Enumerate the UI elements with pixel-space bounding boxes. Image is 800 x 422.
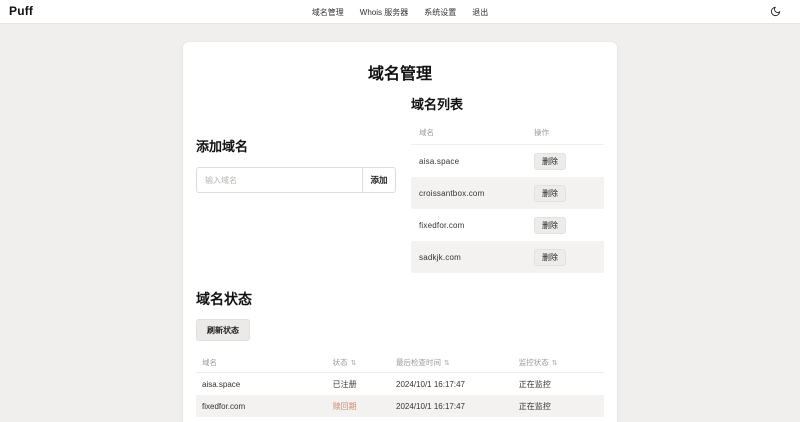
- sort-icon[interactable]: ⇅: [351, 360, 357, 367]
- column-header-monitor: 监控状态 ⇅: [518, 358, 558, 367]
- domain-name: croissantbox.com: [419, 188, 485, 198]
- domain-status-section: 域名状态 刷新状态 域名 状态 ⇅ 最后检查时间 ⇅ 监控状态 ⇅ aisa.spac…: [196, 289, 604, 422]
- nav-item-whois-servers[interactable]: Whois 服务器: [360, 7, 408, 18]
- domain-list-heading: 域名列表: [411, 97, 464, 112]
- table-row: sadkjk.com 可注册 2024/10/1 16:17:47 正在监控: [196, 417, 604, 422]
- add-domain-section: 添加域名 添加: [196, 136, 396, 193]
- add-domain-button[interactable]: 添加: [362, 167, 396, 193]
- table-row: sadkjk.com 删除: [411, 241, 604, 273]
- table-row: croissantbox.com 删除: [411, 177, 604, 209]
- column-header-status: 状态 ⇅: [332, 358, 357, 367]
- refresh-status-button[interactable]: 刷新状态: [196, 319, 250, 341]
- table-row: aisa.space 已注册 2024/10/1 16:17:47 正在监控: [196, 373, 604, 395]
- table-row: fixedfor.com 赎回期 2024/10/1 16:17:47 正在监控: [196, 395, 604, 417]
- dark-mode-toggle[interactable]: [768, 4, 782, 18]
- nav-item-system-settings[interactable]: 系统设置: [424, 7, 456, 18]
- monitor-status: 正在监控: [518, 379, 551, 389]
- domain-name: fixedfor.com: [419, 220, 465, 230]
- column-header-domain: 域名: [202, 358, 217, 367]
- status-badge: 赎回期: [332, 401, 357, 411]
- column-header-domain: 域名: [419, 128, 434, 137]
- domain-status-table: 域名 状态 ⇅ 最后检查时间 ⇅ 监控状态 ⇅ aisa.space 已注册 2024…: [196, 353, 604, 422]
- sort-icon[interactable]: ⇅: [444, 360, 450, 367]
- column-header-action: 操作: [534, 128, 549, 137]
- domain-status-heading: 域名状态: [196, 291, 252, 307]
- domain-input[interactable]: [196, 167, 362, 193]
- add-domain-heading: 添加域名: [196, 139, 249, 154]
- domain-name: fixedfor.com: [202, 401, 246, 411]
- column-header-last-checked: 最后检查时间 ⇅: [396, 358, 450, 367]
- delete-button[interactable]: 删除: [534, 184, 566, 202]
- last-checked-time: 2024/10/1 16:17:47: [396, 379, 465, 389]
- nav-item-logout[interactable]: 退出: [472, 7, 488, 18]
- domain-name: sadkjk.com: [419, 252, 462, 262]
- page-title: 域名管理: [367, 66, 432, 83]
- top-navbar: Puff 域名管理 Whois 服务器 系统设置 退出: [0, 0, 800, 24]
- status-header-row: 域名 状态 ⇅ 最后检查时间 ⇅ 监控状态 ⇅: [196, 353, 604, 373]
- add-domain-form: 添加: [196, 167, 396, 193]
- status-badge: 已注册: [332, 379, 357, 389]
- last-checked-time: 2024/10/1 16:17:47: [396, 401, 465, 411]
- delete-button[interactable]: 删除: [534, 216, 566, 234]
- delete-button[interactable]: 删除: [534, 152, 566, 170]
- domain-name: aisa.space: [419, 156, 460, 166]
- sort-icon[interactable]: ⇅: [552, 360, 558, 367]
- table-row: fixedfor.com 删除: [411, 209, 604, 241]
- monitor-status: 正在监控: [518, 401, 551, 411]
- nav-links: 域名管理 Whois 服务器 系统设置 退出: [0, 0, 800, 24]
- domain-list-header-row: 域名 操作: [411, 121, 604, 145]
- domain-list-table: 域名 操作 aisa.space 删除 croissantbox.com 删除 …: [411, 121, 604, 273]
- nav-item-domain-management[interactable]: 域名管理: [312, 7, 344, 18]
- domain-name: aisa.space: [202, 379, 241, 389]
- table-row: aisa.space 删除: [411, 145, 604, 177]
- moon-icon: [770, 6, 781, 17]
- delete-button[interactable]: 删除: [534, 248, 566, 266]
- main-card: 域名管理 添加域名 添加 域名列表 域名 操作 aisa.space: [183, 42, 617, 422]
